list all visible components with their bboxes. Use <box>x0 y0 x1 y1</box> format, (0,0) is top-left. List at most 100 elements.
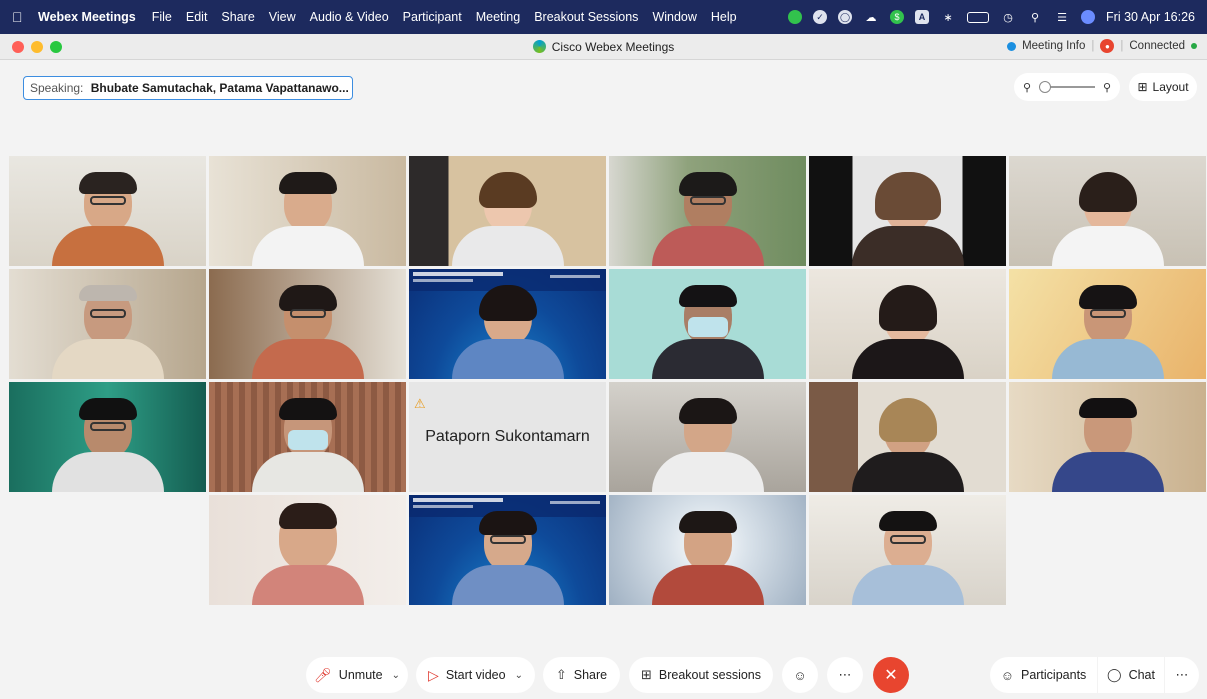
menu-clock[interactable]: Fri 30 Apr 16:26 <box>1106 10 1195 24</box>
menu-audio-video[interactable]: Audio & Video <box>310 10 389 24</box>
menu-app-name[interactable]: Webex Meetings <box>38 10 136 24</box>
circle-icon[interactable]: ◯ <box>838 10 853 24</box>
name-only-tile[interactable]: ⚠ Pataporn Sukontamarn <box>409 382 606 492</box>
chevron-down-icon[interactable]: ⌄ <box>515 670 523 681</box>
wifi-icon[interactable]: ◷ <box>1000 9 1016 25</box>
menu-view[interactable]: View <box>269 10 296 24</box>
breakout-label: Breakout sessions <box>658 668 762 682</box>
bluetooth-icon[interactable]: ∗ <box>940 9 956 25</box>
chat-button[interactable]: ◯ Chat <box>1098 657 1164 693</box>
meeting-info-link[interactable]: Meeting Info <box>1022 40 1085 52</box>
unmute-button[interactable]: 🎤︎ Unmute ⌄ <box>306 657 408 693</box>
video-tile[interactable] <box>809 382 1006 492</box>
zoom-knob[interactable] <box>1039 81 1052 93</box>
cloud-icon[interactable]: ☁ <box>863 9 879 25</box>
menu-breakout-sessions[interactable]: Breakout Sessions <box>534 10 638 24</box>
chevron-down-icon[interactable]: ⌄ <box>392 670 400 681</box>
more-icon: ⋯ <box>1175 667 1189 682</box>
layout-label: Layout <box>1152 80 1189 94</box>
video-tile[interactable] <box>209 382 406 492</box>
zoom-slider[interactable]: ⚲ ⚲ <box>1014 73 1120 101</box>
video-tile[interactable] <box>809 269 1006 379</box>
video-tile[interactable] <box>609 382 806 492</box>
participant-figure <box>651 511 764 605</box>
zoom-track[interactable] <box>1039 81 1095 93</box>
video-tile[interactable] <box>209 156 406 266</box>
menu-bar:  Webex Meetings File Edit Share View Au… <box>0 0 1207 34</box>
video-tile[interactable] <box>409 495 606 605</box>
chat-label: Chat <box>1128 668 1155 682</box>
video-tile[interactable] <box>9 269 206 379</box>
unmute-label: Unmute <box>338 668 383 682</box>
video-off-icon: ▷ <box>428 666 439 683</box>
panel-more-button[interactable]: ⋯ <box>1165 657 1199 693</box>
recording-icon[interactable]: ● <box>1100 39 1115 53</box>
menu-help[interactable]: Help <box>711 10 737 24</box>
webex-logo-icon <box>532 40 546 53</box>
video-tile[interactable] <box>609 269 806 379</box>
zoom-in-icon[interactable]: ⚲ <box>1103 81 1111 94</box>
video-tile[interactable] <box>409 156 606 266</box>
siri-icon[interactable] <box>1081 10 1096 24</box>
end-meeting-button[interactable]: ✕ <box>873 657 909 693</box>
share-icon: ⇧ <box>555 667 567 682</box>
a-icon[interactable]: A <box>915 10 930 24</box>
video-tile[interactable] <box>1009 156 1206 266</box>
video-tile[interactable] <box>609 495 806 605</box>
zoom-out-icon[interactable]: ⚲ <box>1023 81 1031 94</box>
participant-figure <box>1051 172 1164 266</box>
menu-window[interactable]: Window <box>652 10 696 24</box>
video-tile[interactable] <box>609 156 806 266</box>
close-icon: ✕ <box>884 667 898 684</box>
separator: | <box>1091 40 1095 52</box>
participant-figure <box>1051 285 1164 379</box>
layout-button[interactable]: ⊞ Layout <box>1129 73 1197 101</box>
menu-file[interactable]: File <box>152 10 172 24</box>
participant-figure <box>651 285 764 379</box>
share-button[interactable]: ⇧ Share <box>543 657 620 693</box>
video-tile[interactable] <box>9 156 206 266</box>
line-icon[interactable] <box>788 10 803 24</box>
control-center-icon[interactable]: ☰ <box>1054 9 1070 25</box>
video-tile[interactable] <box>1009 269 1206 379</box>
reactions-button[interactable]: ☺ <box>782 657 818 693</box>
participant-figure <box>251 503 364 605</box>
share-label: Share <box>573 668 608 682</box>
apple-icon[interactable]:  <box>12 9 38 25</box>
video-tile[interactable] <box>809 156 1006 266</box>
mic-muted-icon: 🎤︎ <box>314 666 332 683</box>
breakout-sessions-button[interactable]: ⊞ Breakout sessions <box>629 657 773 693</box>
speaking-label: Speaking: <box>30 81 84 95</box>
start-video-button[interactable]: ▷ Start video ⌄ <box>416 657 535 693</box>
speaking-names: Bhubate Samutachak, Patama Vapattanawo..… <box>90 81 349 95</box>
video-tile[interactable] <box>1009 382 1206 492</box>
participant-figure <box>251 398 364 492</box>
grid-layout-icon: ⊞ <box>1137 80 1148 94</box>
video-tile[interactable] <box>409 269 606 379</box>
participant-figure <box>51 398 164 492</box>
menu-participant[interactable]: Participant <box>403 10 462 24</box>
participant-figure <box>851 285 964 379</box>
check-icon[interactable]: ✓ <box>813 10 828 24</box>
speaking-indicator: Speaking: Bhubate Samutachak, Patama Vap… <box>23 76 353 100</box>
dollar-icon[interactable]: $ <box>890 10 905 24</box>
smiley-icon: ☺ <box>793 667 807 683</box>
search-icon[interactable]: ⚲ <box>1027 9 1043 25</box>
participant-figure <box>451 511 564 605</box>
participant-name: Pataporn Sukontamarn <box>425 428 590 445</box>
menu-edit[interactable]: Edit <box>186 10 208 24</box>
participant-figure <box>851 172 964 266</box>
video-tile[interactable] <box>9 382 206 492</box>
menu-meeting[interactable]: Meeting <box>476 10 520 24</box>
meeting-toolbar: 🎤︎ Unmute ⌄ ▷ Start video ⌄ ⇧ Share ⊞ Br… <box>0 649 1207 699</box>
video-tile[interactable] <box>209 495 406 605</box>
participants-button[interactable]: ☺ Participants <box>990 657 1097 693</box>
video-tile[interactable] <box>809 495 1006 605</box>
battery-icon[interactable] <box>967 11 990 23</box>
video-tile[interactable] <box>209 269 406 379</box>
warning-icon: ⚠ <box>414 396 426 411</box>
menu-share[interactable]: Share <box>221 10 254 24</box>
more-options-button[interactable]: ⋯ <box>827 657 863 693</box>
connection-dot-icon <box>1191 43 1197 49</box>
window-title-bar: Cisco Webex Meetings Meeting Info | ● | … <box>0 34 1207 60</box>
